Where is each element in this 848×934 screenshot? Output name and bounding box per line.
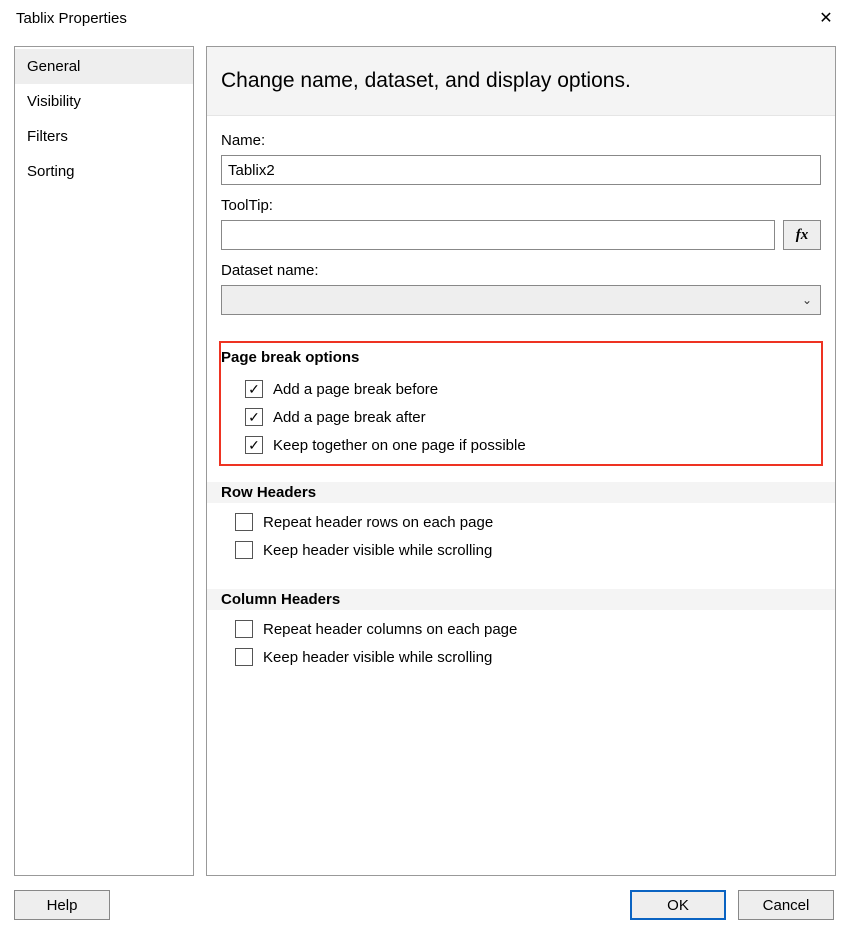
main-panel: Change name, dataset, and display option…: [206, 46, 836, 876]
tooltip-label: ToolTip:: [221, 197, 821, 214]
checkbox-label: Add a page break after: [273, 409, 426, 426]
sidebar-item-general[interactable]: General: [15, 49, 193, 84]
help-button[interactable]: Help: [14, 890, 110, 920]
name-input[interactable]: [221, 155, 821, 185]
chevron-down-icon: ⌄: [802, 293, 812, 307]
checkbox-label: Repeat header rows on each page: [263, 514, 493, 531]
fx-icon: fx: [796, 227, 809, 244]
section-page-break: Page break options: [221, 349, 821, 370]
checkbox-page-break-after[interactable]: [245, 408, 263, 426]
checkbox-label: Add a page break before: [273, 381, 438, 398]
page-title: Change name, dataset, and display option…: [207, 47, 835, 116]
sidebar-item-visibility[interactable]: Visibility: [15, 84, 193, 119]
checkbox-label: Keep together on one page if possible: [273, 437, 526, 454]
checkbox-row[interactable]: Repeat header rows on each page: [235, 513, 821, 531]
checkbox-row[interactable]: Repeat header columns on each page: [235, 620, 821, 638]
checkbox-keep-col-header-visible[interactable]: [235, 648, 253, 666]
checkbox-row[interactable]: Add a page break after: [245, 408, 811, 426]
checkbox-page-break-before[interactable]: [245, 380, 263, 398]
checkbox-repeat-header-rows[interactable]: [235, 513, 253, 531]
sidebar-item-sorting[interactable]: Sorting: [15, 154, 193, 189]
close-icon[interactable]: ✕: [816, 8, 836, 28]
dataset-label: Dataset name:: [221, 262, 821, 279]
dataset-select[interactable]: ⌄: [221, 285, 821, 315]
name-label: Name:: [221, 132, 821, 149]
checkbox-row[interactable]: Add a page break before: [245, 380, 811, 398]
footer: Help OK Cancel: [0, 886, 848, 934]
window-title: Tablix Properties: [16, 10, 127, 27]
titlebar: Tablix Properties ✕: [0, 0, 848, 36]
checkbox-row[interactable]: Keep header visible while scrolling: [235, 648, 821, 666]
cancel-button[interactable]: Cancel: [738, 890, 834, 920]
checkbox-row[interactable]: Keep together on one page if possible: [245, 436, 811, 454]
highlight-box: Page break options Add a page break befo…: [219, 341, 823, 466]
section-column-headers: Column Headers: [207, 589, 835, 610]
checkbox-repeat-header-columns[interactable]: [235, 620, 253, 638]
checkbox-keep-row-header-visible[interactable]: [235, 541, 253, 559]
checkbox-label: Keep header visible while scrolling: [263, 649, 492, 666]
ok-button[interactable]: OK: [630, 890, 726, 920]
section-row-headers: Row Headers: [207, 482, 835, 503]
tooltip-input[interactable]: [221, 220, 775, 250]
checkbox-keep-together[interactable]: [245, 436, 263, 454]
checkbox-label: Repeat header columns on each page: [263, 621, 517, 638]
sidebar-item-filters[interactable]: Filters: [15, 119, 193, 154]
checkbox-row[interactable]: Keep header visible while scrolling: [235, 541, 821, 559]
sidebar: General Visibility Filters Sorting: [14, 46, 194, 876]
fx-button[interactable]: fx: [783, 220, 821, 250]
checkbox-label: Keep header visible while scrolling: [263, 542, 492, 559]
